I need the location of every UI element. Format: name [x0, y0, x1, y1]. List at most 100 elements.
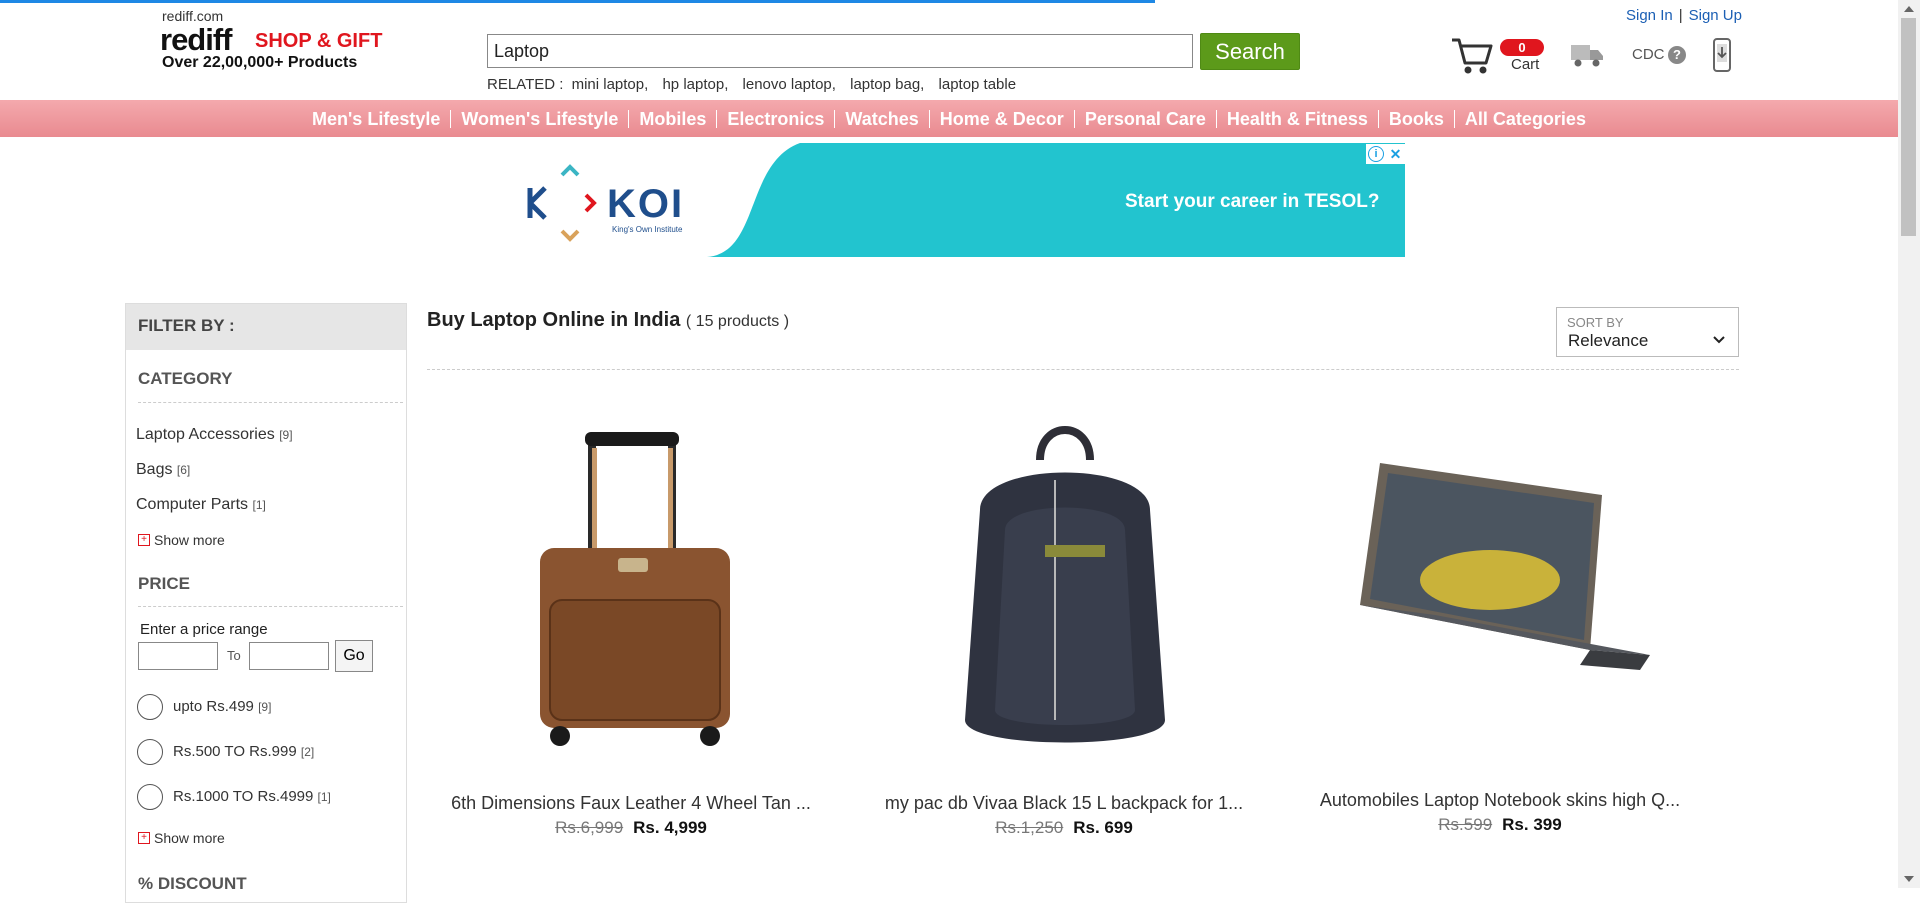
- divider: [138, 606, 403, 607]
- show-more-label[interactable]: Show more: [154, 830, 225, 846]
- product-image-laptop-skin[interactable]: [1340, 455, 1660, 715]
- chevron-down-icon[interactable]: [1712, 333, 1726, 347]
- logo-shop-gift[interactable]: SHOP & GIFT: [255, 30, 382, 53]
- category-label[interactable]: Bags: [136, 461, 172, 478]
- category-count: [1]: [252, 498, 266, 512]
- scroll-down-arrow-icon[interactable]: [1903, 874, 1915, 884]
- category-item[interactable]: Bags [6]: [136, 461, 190, 479]
- product-title[interactable]: my pac db Vivaa Black 15 L backpack for …: [864, 793, 1264, 814]
- related-link[interactable]: hp laptop,: [662, 76, 728, 93]
- cart-count-badge[interactable]: 0: [1500, 39, 1544, 56]
- product-price: Rs.599 Rs. 399: [1300, 815, 1700, 835]
- cdc-label[interactable]: CDC: [1632, 46, 1665, 63]
- category-item[interactable]: Computer Parts [1]: [136, 496, 266, 514]
- price-option-label[interactable]: Rs.1000 TO Rs.4999: [173, 788, 313, 805]
- plus-icon: +: [138, 534, 150, 546]
- related-prefix: RELATED :: [487, 76, 564, 93]
- nav-all-categories[interactable]: All Categories: [1455, 110, 1596, 128]
- cart-label[interactable]: Cart: [1511, 56, 1539, 73]
- divider: [138, 402, 403, 403]
- show-more-label[interactable]: Show more: [154, 532, 225, 548]
- help-icon[interactable]: ?: [1668, 46, 1686, 64]
- cart-icon[interactable]: [1450, 36, 1494, 76]
- price-max-input[interactable]: [249, 642, 329, 670]
- category-count: [6]: [176, 463, 191, 477]
- page-title-text: Buy Laptop Online in India: [427, 309, 681, 331]
- auth-separator: |: [1678, 7, 1683, 24]
- sort-label: SORT BY: [1567, 315, 1624, 330]
- product-count: ( 15 products ): [685, 313, 790, 330]
- related-link[interactable]: laptop bag,: [850, 76, 924, 93]
- ad-headline[interactable]: Start your career in TESOL?: [1125, 191, 1379, 213]
- nav-mobiles[interactable]: Mobiles: [629, 109, 718, 128]
- related-link[interactable]: mini laptop,: [572, 76, 649, 93]
- nav-electronics[interactable]: Electronics: [717, 109, 836, 128]
- category-item[interactable]: Laptop Accessories [9]: [136, 426, 293, 444]
- related-link[interactable]: laptop table: [939, 76, 1017, 93]
- divider: [427, 369, 1739, 370]
- search-button[interactable]: Search: [1200, 33, 1300, 70]
- price-option[interactable]: upto Rs.499 [9]: [173, 698, 271, 715]
- sign-up-link[interactable]: Sign Up: [1689, 7, 1742, 24]
- page-title: Buy Laptop Online in India ( 15 products…: [427, 309, 789, 332]
- related-link[interactable]: lenovo laptop,: [743, 76, 836, 93]
- product-title[interactable]: Automobiles Laptop Notebook skins high Q…: [1300, 790, 1700, 811]
- nav-mens-lifestyle[interactable]: Men's Lifestyle: [302, 109, 452, 128]
- price-option[interactable]: Rs.1000 TO Rs.4999 [1]: [173, 788, 331, 805]
- category-count: [9]: [279, 428, 293, 442]
- price-min-input[interactable]: [138, 642, 218, 670]
- nav-health-fitness[interactable]: Health & Fitness: [1217, 109, 1379, 128]
- product-old-price: Rs.1,250: [995, 818, 1064, 837]
- category-nav: Men's Lifestyle Women's Lifestyle Mobile…: [0, 100, 1898, 137]
- price-option-count: [1]: [317, 790, 331, 804]
- product-image-backpack[interactable]: [950, 420, 1180, 760]
- ad-brand-subtitle: King's Own Institute: [612, 225, 683, 234]
- price-show-more[interactable]: + Show more: [138, 830, 225, 846]
- logo-rediff[interactable]: rediff: [160, 22, 232, 58]
- logo-tagline: Over 22,00,000+ Products: [162, 54, 358, 71]
- category-label[interactable]: Laptop Accessories: [136, 426, 275, 443]
- filter-title: FILTER BY :: [138, 316, 235, 335]
- category-heading: CATEGORY: [138, 369, 233, 388]
- scrollbar-thumb[interactable]: [1901, 18, 1916, 236]
- category-label[interactable]: Computer Parts: [136, 496, 248, 513]
- category-show-more[interactable]: + Show more: [138, 532, 225, 548]
- nav-books[interactable]: Books: [1379, 109, 1455, 128]
- nav-womens-lifestyle[interactable]: Women's Lifestyle: [451, 109, 630, 128]
- ad-brand-logo: KOI: [607, 182, 685, 226]
- price-option-label[interactable]: Rs.500 TO Rs.999: [173, 743, 297, 760]
- ad-info-icon[interactable]: i: [1368, 146, 1384, 162]
- product-price: Rs.1,250 Rs. 699: [864, 818, 1264, 838]
- truck-icon[interactable]: [1570, 42, 1604, 68]
- product-price: Rs.6,999 Rs. 4,999: [431, 818, 831, 838]
- product-price-value: Rs. 4,999: [633, 818, 707, 837]
- price-option-label[interactable]: upto Rs.499: [173, 698, 254, 715]
- price-option-count: [2]: [300, 745, 315, 759]
- price-radio[interactable]: [137, 784, 163, 810]
- nav-home-decor[interactable]: Home & Decor: [930, 109, 1075, 128]
- related-searches: RELATED : mini laptop, hp laptop, lenovo…: [487, 76, 1026, 93]
- price-range-label: Enter a price range: [140, 621, 268, 638]
- filter-sidebar: [125, 303, 407, 903]
- search-input[interactable]: [487, 34, 1193, 68]
- product-old-price: Rs.6,999: [555, 818, 624, 837]
- page-load-progress-bar: [0, 0, 1155, 3]
- price-radio[interactable]: [137, 739, 163, 765]
- product-image-trolley[interactable]: [530, 430, 740, 750]
- product-price-value: Rs. 399: [1502, 815, 1562, 834]
- price-option-count: [9]: [258, 700, 272, 714]
- price-heading: PRICE: [138, 574, 190, 593]
- price-radio[interactable]: [137, 694, 163, 720]
- scroll-up-arrow-icon[interactable]: [1903, 4, 1915, 14]
- nav-personal-care[interactable]: Personal Care: [1075, 109, 1217, 128]
- price-option[interactable]: Rs.500 TO Rs.999 [2]: [173, 743, 314, 760]
- mobile-app-icon[interactable]: [1712, 38, 1732, 72]
- product-old-price: Rs.599: [1438, 815, 1493, 834]
- nav-watches[interactable]: Watches: [835, 109, 930, 128]
- sort-value[interactable]: Relevance: [1568, 331, 1648, 351]
- discount-heading: % DISCOUNT: [138, 874, 247, 893]
- product-title[interactable]: 6th Dimensions Faux Leather 4 Wheel Tan …: [431, 793, 831, 814]
- sign-in-link[interactable]: Sign In: [1626, 7, 1673, 24]
- ad-close-icon[interactable]: ✕: [1386, 144, 1405, 164]
- price-go-button[interactable]: Go: [335, 640, 373, 672]
